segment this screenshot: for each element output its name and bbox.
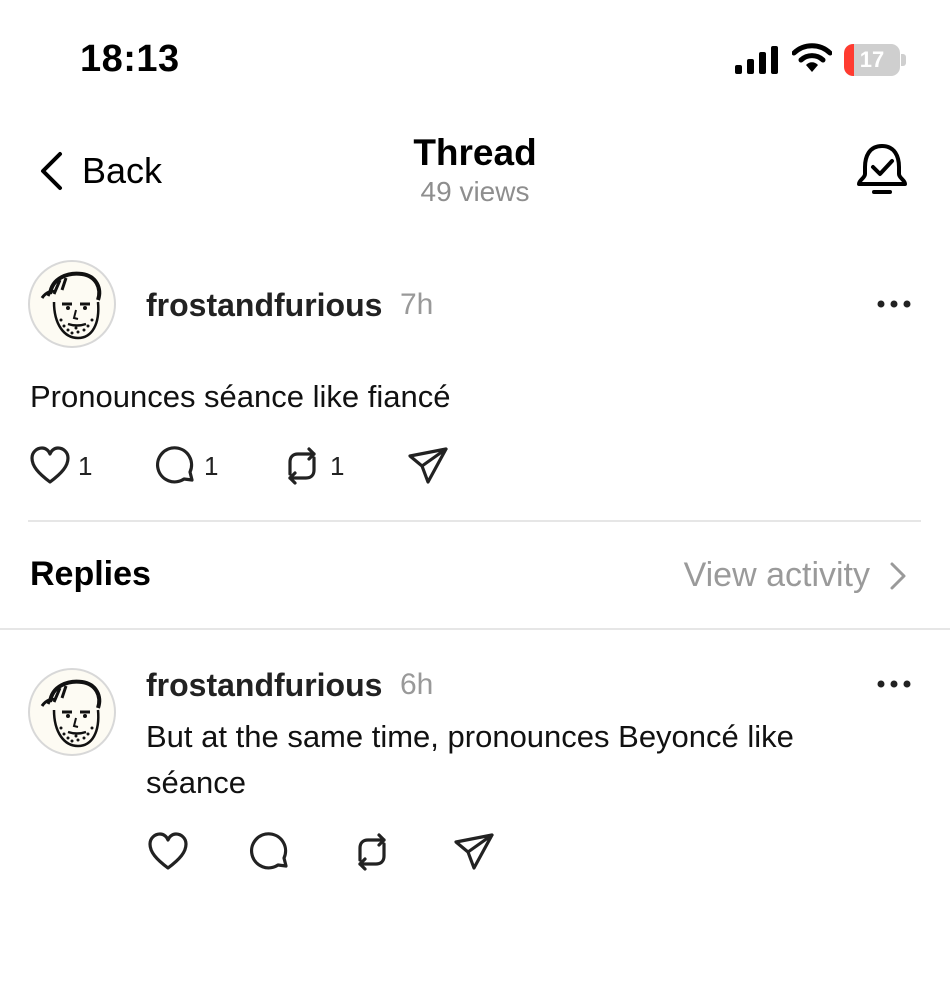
reply-username[interactable]: frostandfurious bbox=[146, 667, 382, 704]
signal-icon bbox=[735, 46, 778, 74]
send-icon bbox=[454, 833, 494, 870]
reply-avatar[interactable] bbox=[28, 668, 116, 756]
heart-icon bbox=[30, 446, 70, 484]
post-time: 7h bbox=[400, 288, 434, 321]
reply-count: 1 bbox=[204, 450, 219, 481]
nav-bar: Back Thread 49 views bbox=[0, 110, 950, 230]
page-title: Thread bbox=[413, 132, 537, 173]
more-icon[interactable] bbox=[876, 678, 912, 690]
replies-heading: Replies bbox=[30, 555, 151, 593]
share-button[interactable] bbox=[406, 444, 450, 488]
status-bar: 18:13 17 bbox=[0, 0, 950, 110]
avatar[interactable] bbox=[28, 260, 116, 348]
wifi-icon bbox=[792, 43, 832, 72]
post-divider bbox=[28, 520, 921, 522]
comment-icon bbox=[249, 832, 288, 870]
reply-repost-button[interactable] bbox=[350, 830, 394, 874]
repost-button[interactable]: 1 bbox=[280, 444, 344, 488]
status-time: 18:13 bbox=[80, 38, 180, 80]
comment-icon bbox=[155, 446, 194, 484]
repost-icon bbox=[288, 447, 316, 485]
like-button[interactable]: 1 bbox=[28, 444, 92, 488]
chevron-right-icon bbox=[890, 562, 906, 589]
post-username[interactable]: frostandfurious bbox=[146, 287, 382, 324]
view-activity-link[interactable]: View activity bbox=[684, 556, 908, 595]
post-text: Pronounces séance like fiancé bbox=[30, 379, 451, 414]
repost-icon bbox=[358, 833, 386, 871]
battery-level: 17 bbox=[859, 47, 885, 72]
views-count: 49 views bbox=[420, 176, 530, 207]
reply-share-button[interactable] bbox=[452, 830, 496, 874]
repost-count: 1 bbox=[330, 450, 345, 481]
heart-icon bbox=[148, 832, 188, 870]
reply-text-line-1: But at the same time, pronounces Beyoncé… bbox=[146, 719, 794, 754]
replies-divider bbox=[0, 628, 950, 630]
reply-time: 6h bbox=[400, 668, 434, 701]
reply-comment-button[interactable] bbox=[248, 830, 292, 874]
reply-text-line-2: séance bbox=[146, 765, 246, 800]
comment-button[interactable]: 1 bbox=[154, 444, 218, 488]
like-count: 1 bbox=[78, 450, 93, 481]
send-icon bbox=[408, 447, 448, 484]
battery-icon: 17 bbox=[844, 44, 906, 76]
bell-check-icon[interactable] bbox=[852, 140, 912, 200]
more-icon[interactable] bbox=[876, 298, 912, 310]
view-activity-label: View activity bbox=[683, 556, 870, 594]
reply-like-button[interactable] bbox=[146, 830, 190, 874]
